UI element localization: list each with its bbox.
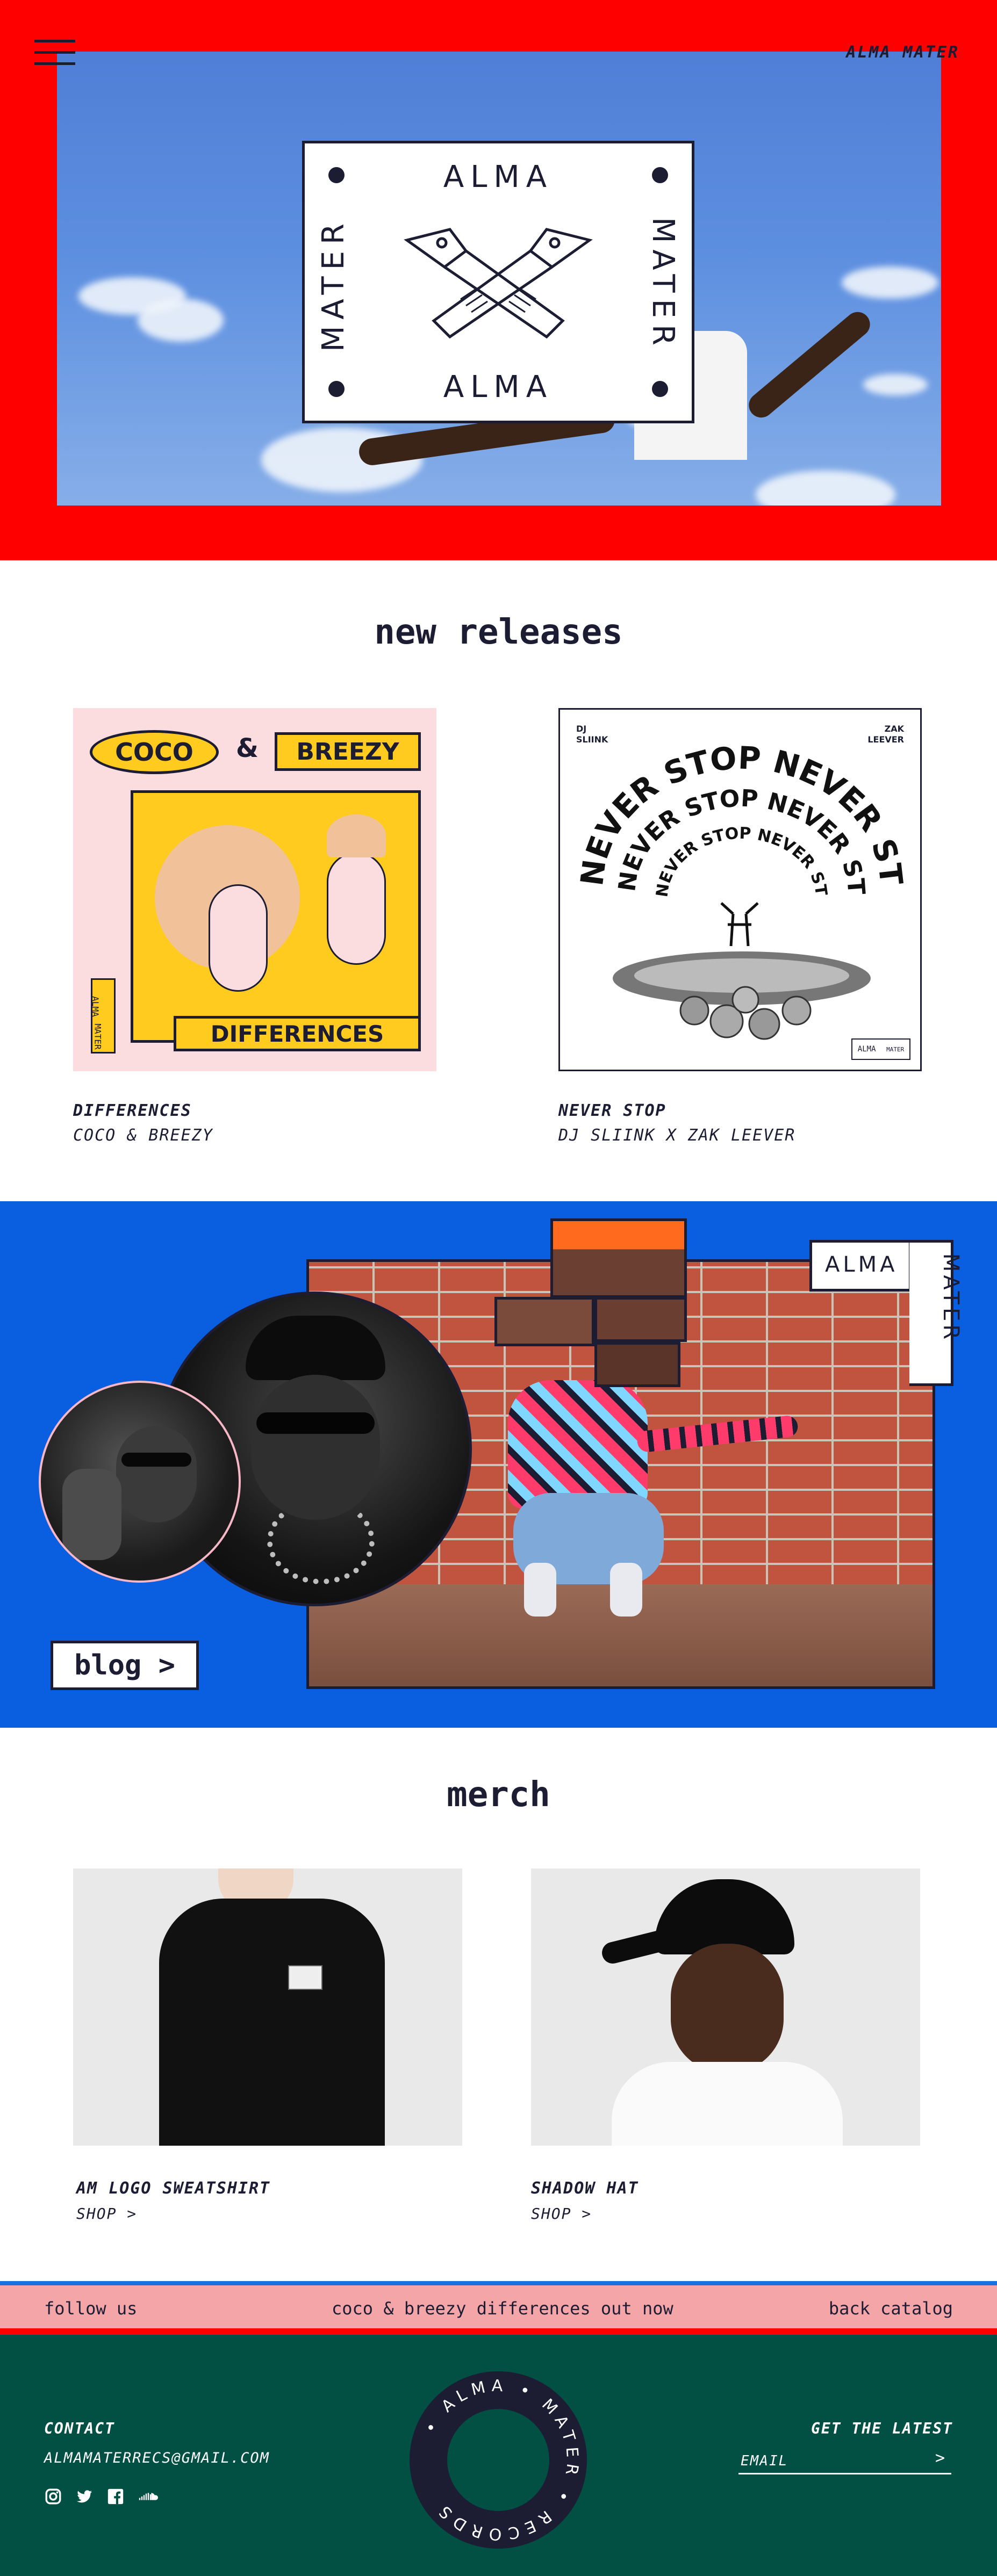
blog-section: ALMA MATER blog > [0,1201,997,1728]
footer: CONTACT ALMAMATERRECS@GMAIL.COM • ALMA •… [0,2335,997,2576]
cover-ampersand: & [236,733,259,763]
alma-mater-logo: ALMA ALMA MATER MATER [302,141,694,423]
follow-us-link[interactable]: follow us [44,2298,137,2319]
cover-art-panel [131,790,421,1043]
shop-link[interactable]: SHOP > [531,2205,592,2223]
merch-item-name[interactable]: AM LOGO SWEATSHIRT [76,2179,270,2198]
contact-email-link[interactable]: ALMAMATERRECS@GMAIL.COM [44,2450,270,2466]
brand-wordmark[interactable]: ALMA MATER [846,43,959,62]
logo-bottom-word: ALMA [443,370,554,405]
menu-icon[interactable] [34,38,75,68]
contact-label: CONTACT [44,2420,116,2437]
merch-image-hat[interactable] [531,1868,920,2146]
page: ALMA MATER ALMA ALMA MATER MATER new rel… [0,0,997,2576]
cover-stamp: ALMA MATER [90,978,116,1054]
announcement-link[interactable]: coco & breezy differences out now [332,2298,673,2319]
cover-stamp: ALMA MATER [851,1038,910,1060]
soundcloud-icon[interactable] [138,2487,159,2506]
logo-top-word: ALMA [443,160,554,194]
blog-button[interactable]: blog > [51,1641,199,1690]
album-cover-differences[interactable]: COCO & BREEZY DIFFERENCES ALMA MATER [73,708,436,1071]
album-title[interactable]: NEVER STOP [558,1101,666,1120]
hero-section: ALMA MATER ALMA ALMA MATER MATER [0,0,997,560]
blog-collage-face-mouth [594,1342,680,1387]
cover-label-differences: DIFFERENCES [174,1016,421,1051]
facebook-icon[interactable] [106,2487,125,2506]
back-catalog-link[interactable]: back catalog [829,2298,953,2319]
shop-link[interactable]: SHOP > [76,2205,137,2223]
album-title[interactable]: DIFFERENCES [73,1101,192,1120]
alma-mater-records-seal: • ALMA • MATER • RECORDS [410,2371,587,2549]
email-field[interactable] [738,2449,951,2474]
logo-right-word: MATER [645,217,681,352]
merch-image-sweatshirt[interactable] [73,1868,462,2146]
cover-label-coco: COCO [90,730,219,774]
cover-label-breezy: BREEZY [275,732,421,771]
album-artist: COCO & BREEZY [73,1126,213,1145]
crossed-birds-icon [404,228,593,339]
blog-collage-face-left [494,1297,594,1346]
email-submit-button[interactable]: > [935,2449,945,2467]
album-artist: DJ SLIINK X ZAK LEEVER [558,1126,796,1145]
blog-collage-face-right [594,1297,687,1342]
new-releases-heading: new releases [374,612,623,652]
newsletter-label: GET THE LATEST [810,2420,953,2437]
blog-photo-hand-portrait[interactable] [39,1381,241,1583]
blog-collage-face-top [550,1218,687,1298]
blog-badge-side: MATER [909,1240,963,1386]
announcement-bar: follow us coco & breezy differences out … [0,2281,997,2335]
instagram-icon[interactable] [44,2487,62,2506]
logo-left-word: MATER [315,217,351,352]
merch-item-name[interactable]: SHADOW HAT [531,2179,639,2198]
twitter-icon[interactable] [75,2487,94,2506]
merch-heading: merch [447,1775,550,1815]
never-stop-arc-art: NEVER STOP NEVER STOP NEVER STOP NEVER S… [560,710,910,1040]
blog-badge: ALMA [809,1240,912,1291]
album-cover-never-stop[interactable]: DJ SLIINK ZAK LEEVER NEVER STOP NEVER ST… [558,708,922,1071]
